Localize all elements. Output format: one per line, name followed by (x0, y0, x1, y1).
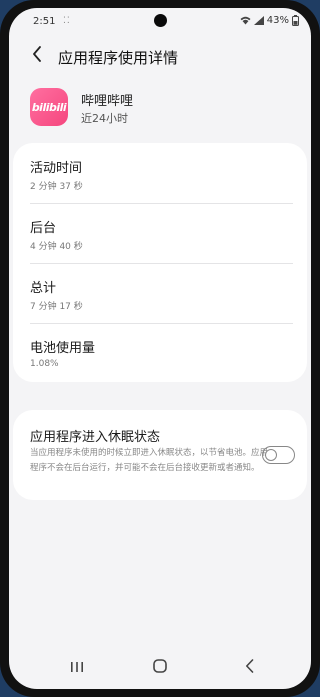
home-button[interactable] (140, 652, 180, 682)
app-info: bilibili 哔哩哔哩 近24小时 (9, 84, 311, 134)
status-time: 2:51 (33, 16, 56, 27)
usage-row-total[interactable]: 总计 7 分钟 17 秒 (13, 263, 307, 322)
usage-row-label: 总计 (30, 281, 57, 296)
recent-apps-button[interactable] (57, 652, 97, 682)
sleep-description: 当应用程序未使用的时候立即进入休眠状态，以节省电池。应用程序不会在后台运行，并可… (30, 448, 269, 473)
battery-percent: 43% (266, 15, 289, 26)
chevron-left-icon (32, 46, 42, 66)
toggle-knob (265, 448, 277, 461)
usage-row-label: 电池使用量 (30, 341, 96, 356)
usage-row-background[interactable]: 后台 4 分钟 40 秒 (13, 203, 307, 262)
status-bar: 2:51 ⁚⁚ 43% (9, 8, 311, 34)
screen: 2:51 ⁚⁚ 43% 应用程序使用详情 bilibili 哔哩哔哩 近24小时… (9, 8, 311, 689)
battery-icon (292, 15, 299, 26)
status-right: 43% (240, 15, 299, 26)
usage-row-value: 4 分钟 40 秒 (30, 242, 83, 252)
recent-apps-icon (70, 658, 84, 677)
nav-back-button[interactable] (229, 652, 269, 682)
usage-row-value: 2 分钟 37 秒 (30, 182, 83, 192)
usage-card: 活动时间 2 分钟 37 秒 后台 4 分钟 40 秒 总计 7 分钟 17 秒… (13, 143, 307, 382)
usage-row-battery[interactable]: 电池使用量 1.08% (13, 323, 307, 382)
app-icon-logo: bilibili (31, 100, 67, 114)
navigation-bar (9, 652, 311, 682)
phone-frame: 2:51 ⁚⁚ 43% 应用程序使用详情 bilibili 哔哩哔哩 近24小时… (0, 0, 320, 697)
bilibili-app-icon: bilibili (30, 88, 68, 126)
usage-row-active-time[interactable]: 活动时间 2 分钟 37 秒 (13, 143, 307, 202)
back-button[interactable] (25, 42, 49, 70)
usage-row-label: 活动时间 (30, 161, 83, 176)
sleep-card: 应用程序进入休眠状态 当应用程序未使用的时候立即进入休眠状态，以节省电池。应用程… (13, 410, 307, 500)
sleep-title: 应用程序进入休眠状态 (30, 430, 161, 445)
app-period: 近24小时 (81, 112, 128, 125)
home-icon (153, 658, 167, 677)
header: 应用程序使用详情 (9, 42, 311, 70)
page-title: 应用程序使用详情 (58, 49, 179, 67)
notification-icons: ⁚⁚ (63, 16, 71, 26)
usage-row-label: 后台 (30, 221, 57, 236)
sleep-toggle[interactable] (262, 446, 295, 464)
usage-row-value: 1.08% (30, 359, 59, 369)
wifi-icon (240, 16, 251, 25)
front-camera (154, 14, 167, 27)
app-name: 哔哩哔哩 (81, 94, 134, 109)
signal-icon (253, 16, 264, 25)
usage-row-value: 7 分钟 17 秒 (30, 302, 83, 312)
back-icon (245, 658, 254, 677)
